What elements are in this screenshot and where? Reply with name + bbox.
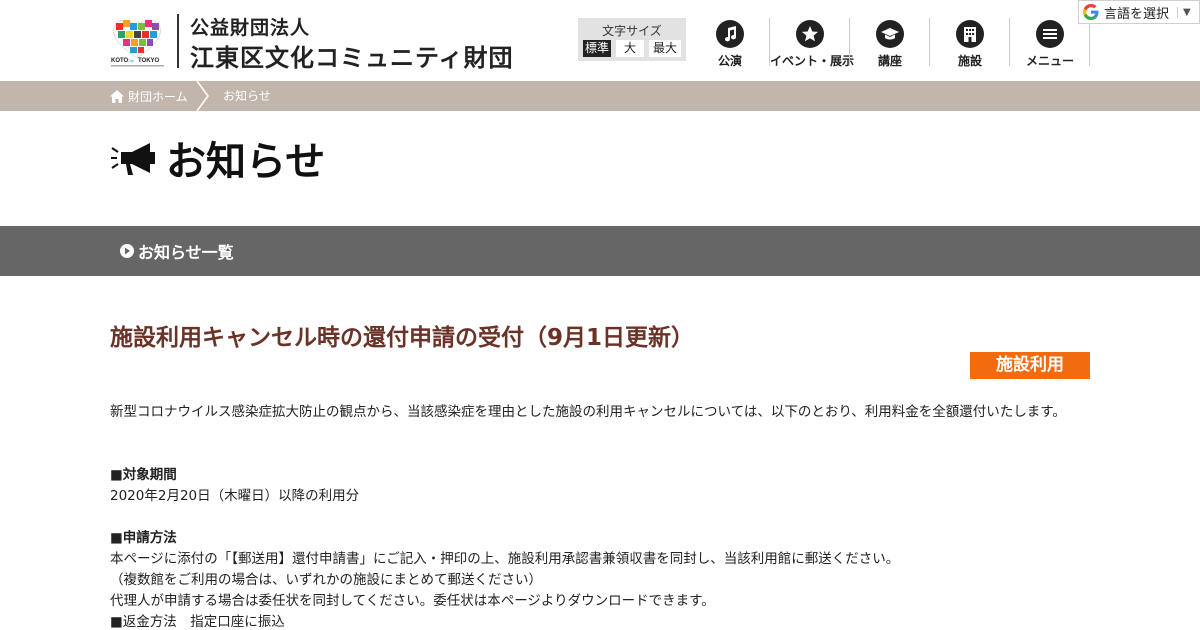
breadcrumb: 財団ホーム お知らせ [0,81,1200,111]
svg-text:City: City [127,58,134,63]
method-line-2: （複数館をご利用の場合は、いずれかの施設にまとめて郵送ください） [110,572,542,588]
nav-label: 講座 [877,54,902,68]
font-size-large-button[interactable]: 大 [616,40,644,57]
period-heading: ■対象期間 [110,467,177,483]
subnav-bar: お知らせ一覧 [0,226,1200,276]
logo-divider [177,14,179,68]
nav-label: 公演 [717,54,742,68]
site-header: KOTO City TOKYO 公益財団法人 江東区文化コミュニティ財団 文字サ… [0,0,1200,81]
breadcrumb-current: お知らせ [223,89,271,103]
home-icon [110,89,124,103]
svg-text:KOTO: KOTO [111,58,129,64]
nav-menu[interactable]: メニュー [1010,18,1090,68]
google-g-icon [1083,4,1099,20]
breadcrumb-home-link[interactable]: 財団ホーム [110,81,188,111]
breadcrumb-separator-icon [196,81,209,111]
hamburger-menu-icon [1036,20,1064,48]
nav-label: イベント・展示 [770,54,855,68]
font-size-switcher: 文字サイズ 標準 大 最大 [578,18,686,61]
megaphone-icon [111,143,155,175]
koto-city-logo[interactable]: KOTO City TOKYO [110,14,165,68]
font-size-largest-button[interactable]: 最大 [649,40,681,57]
nav-facilities[interactable]: 施設 [930,18,1010,68]
circle-arrow-right-icon [120,244,134,258]
method-line-3: 代理人が申請する場合は委任状を同封してください。委任状は本ページよりダウンロード… [110,593,715,609]
news-list-label: お知らせ一覧 [138,243,234,262]
star-icon [796,20,824,48]
method-line-1: 本ページに添付の「【郵送用】還付申請書」にご記入・押印の上、施設利用承認書兼領収… [110,551,900,567]
nav-courses[interactable]: 講座 [850,18,930,68]
language-select[interactable]: 言語を選択 ▼ [1078,0,1200,24]
refund-method: ■返金方法 指定口座に振込 [110,614,285,630]
music-note-icon [716,20,744,48]
article-title: 施設利用キャンセル時の還付申請の受付（9月1日更新） [110,325,695,351]
org-type: 公益財団法人 [190,17,311,39]
building-icon [956,20,984,48]
breadcrumb-home-label: 財団ホーム [128,89,188,104]
category-badge[interactable]: 施設利用 [970,352,1090,379]
svg-text:TOKYO: TOKYO [138,58,160,64]
method-heading: ■申請方法 [110,530,177,546]
org-name[interactable]: 江東区文化コミュニティ財団 [190,38,514,73]
nav-separator [1089,18,1090,66]
nav-events-exhibitions[interactable]: イベント・展示 [770,18,855,68]
article-intro: 新型コロナウイルス感染症拡大防止の観点から、当該感染症を理由とした施設の利用キャ… [110,404,1066,420]
language-select-label: 言語を選択 [1104,6,1170,22]
news-list-link[interactable]: お知らせ一覧 [120,226,234,276]
period-text: 2020年2月20日（木曜日）以降の利用分 [110,488,360,504]
page-heading: お知らせ [110,130,325,186]
nav-label: メニュー [1025,54,1074,68]
nav-performances[interactable]: 公演 [690,18,770,68]
font-size-standard-button[interactable]: 標準 [583,40,611,57]
chevron-down-icon: ▼ [1177,6,1191,18]
graduation-cap-icon [876,20,904,48]
font-size-label: 文字サイズ [602,24,662,38]
nav-label: 施設 [957,54,982,68]
page-title: お知らせ [166,139,326,185]
